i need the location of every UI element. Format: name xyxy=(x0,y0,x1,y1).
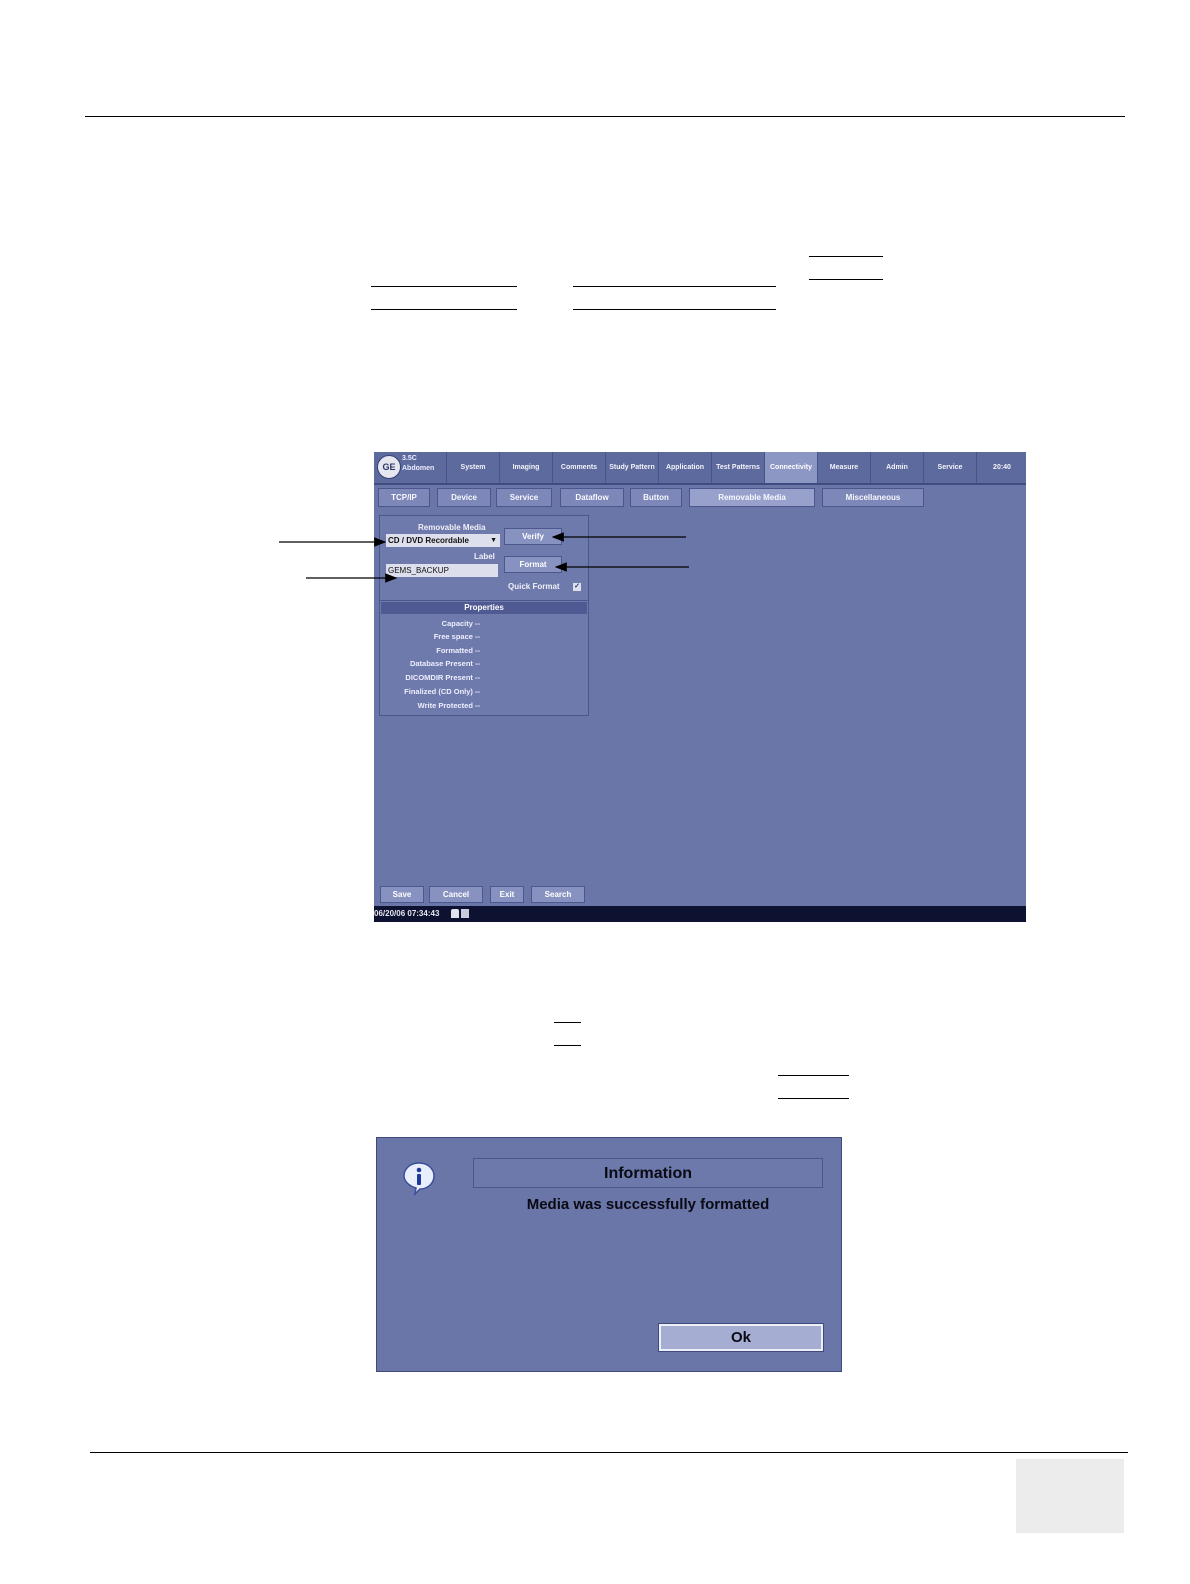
dialog-title: Information xyxy=(473,1158,823,1188)
information-dialog: Information Media was successfully forma… xyxy=(376,1137,842,1372)
ok-button[interactable]: Ok xyxy=(659,1324,823,1351)
dialog-message: Media was successfully formatted xyxy=(526,1196,770,1213)
info-icon xyxy=(403,1162,435,1196)
